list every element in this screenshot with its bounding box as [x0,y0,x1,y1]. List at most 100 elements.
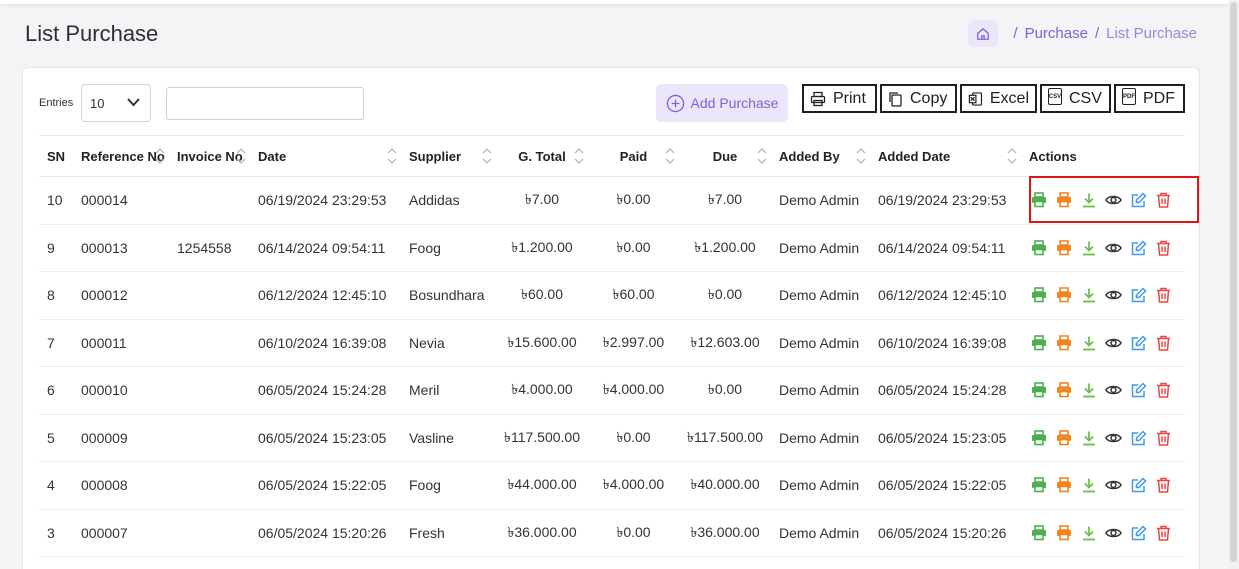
entries-select[interactable]: 10 [81,84,151,122]
col-header-label: Due [712,148,738,164]
cell-added-date: 06/05/2024 15:20:26 [870,509,1021,557]
trash-icon[interactable] [1155,239,1172,256]
eye-icon[interactable] [1105,382,1122,399]
row-actions [1029,287,1185,304]
search-input[interactable] [166,87,364,120]
print-receipt-icon[interactable] [1055,524,1072,541]
download-icon[interactable] [1080,524,1097,541]
print-receipt-icon[interactable] [1055,287,1072,304]
print-receipt-icon[interactable] [1055,239,1072,256]
cell-added-date-time: 15:23:05 [951,429,1007,446]
cell-due: ৳0.00 [679,271,771,320]
eye-icon[interactable] [1105,429,1122,446]
col-header-reference[interactable]: Reference No [73,135,169,177]
download-icon[interactable] [1080,287,1097,304]
home-button[interactable] [968,20,999,47]
eye-icon[interactable] [1105,477,1122,494]
csv-button[interactable]: CSV CSV [1040,84,1111,113]
cell-due: ৳36.000.00 [679,509,771,557]
edit-icon[interactable] [1130,429,1147,446]
print-receipt-icon[interactable] [1055,429,1072,446]
trash-icon[interactable] [1155,477,1172,494]
purchase-table: SN Reference No Invoice No Date Supplier… [39,135,1185,557]
trash-icon[interactable] [1155,429,1172,446]
download-icon[interactable] [1080,477,1097,494]
eye-icon[interactable] [1105,334,1122,351]
eye-icon[interactable] [1105,239,1122,256]
eye-icon[interactable] [1105,287,1122,304]
cell-invoice [169,176,250,225]
edit-icon[interactable] [1130,382,1147,399]
print-button[interactable]: Print [802,84,877,113]
col-header-date[interactable]: Date [250,135,401,177]
print-receipt-icon[interactable] [1055,477,1072,494]
edit-icon[interactable] [1130,287,1147,304]
trash-icon[interactable] [1155,287,1172,304]
cell-due: ৳40.000.00 [679,461,771,510]
cell-gtotal: ৳36.000.00 [496,509,588,557]
col-header-sn[interactable]: SN [39,135,73,177]
cell-added-by: Demo Admin [771,224,870,272]
print-invoice-icon[interactable] [1030,382,1047,399]
col-header-label: Added Date [878,148,951,164]
cell-paid: ৳0.00 [588,176,679,225]
page-scrollbar[interactable] [1228,0,1239,569]
col-header-label: Paid [619,148,648,164]
pdf-button[interactable]: PDF PDF [1114,84,1185,113]
cell-due: ৳117.500.00 [679,414,771,462]
cell-date: 06/05/2024 15:20:26 [250,509,401,557]
eye-icon[interactable] [1105,524,1122,541]
col-header-paid[interactable]: Paid [588,135,679,177]
trash-icon[interactable] [1155,382,1172,399]
cell-sn: 5 [39,414,73,462]
edit-icon[interactable] [1130,477,1147,494]
download-icon[interactable] [1080,239,1097,256]
cell-sn: 10 [39,176,73,225]
home-icon [977,27,990,40]
cell-added-date: 06/05/2024 15:23:05 [870,414,1021,462]
table-row: 3 000007 06/05/2024 15:20:26 Fresh ৳36.0… [39,509,1185,557]
cell-sn: 6 [39,366,73,415]
cell-paid: ৳0.00 [588,224,679,272]
print-receipt-icon[interactable] [1055,334,1072,351]
cell-supplier: Foog [401,224,496,272]
trash-icon[interactable] [1155,334,1172,351]
sort-icon [387,146,397,166]
cell-sn: 7 [39,319,73,367]
copy-button[interactable]: Copy [880,84,957,113]
cell-date-day: 06/14/2024 [258,239,329,256]
add-purchase-button[interactable]: Add Purchase [656,84,788,122]
cell-sn: 4 [39,461,73,510]
pdf-label: PDF [1143,89,1175,107]
cell-supplier: Nevia [401,319,496,367]
trash-icon[interactable] [1155,524,1172,541]
col-header-gtotal[interactable]: G. Total [496,135,588,177]
print-invoice-icon[interactable] [1030,429,1047,446]
cell-date-time: 15:22:05 [331,477,387,494]
print-invoice-icon[interactable] [1030,287,1047,304]
download-icon[interactable] [1080,382,1097,399]
cell-gtotal: ৳1.200.00 [496,224,588,272]
col-header-added-by[interactable]: Added By [771,135,870,177]
print-receipt-icon[interactable] [1055,382,1072,399]
print-invoice-icon[interactable] [1030,334,1047,351]
print-invoice-icon[interactable] [1030,239,1047,256]
col-header-invoice[interactable]: Invoice No [169,135,250,177]
edit-icon[interactable] [1130,334,1147,351]
cell-date-time: 15:20:26 [331,524,387,541]
cell-reference: 000007 [73,509,169,557]
col-header-supplier[interactable]: Supplier [401,135,496,177]
excel-button[interactable]: Excel [960,84,1037,113]
col-header-due[interactable]: Due [679,135,771,177]
cell-supplier: Fresh [401,509,496,557]
download-icon[interactable] [1080,429,1097,446]
scrollbar-thumb[interactable] [1230,2,1237,562]
download-icon[interactable] [1080,334,1097,351]
edit-icon[interactable] [1130,239,1147,256]
breadcrumb-purchase[interactable]: Purchase [1025,25,1088,42]
sort-icon [1007,146,1017,166]
print-invoice-icon[interactable] [1030,477,1047,494]
print-invoice-icon[interactable] [1030,524,1047,541]
col-header-added-date[interactable]: Added Date [870,135,1021,177]
edit-icon[interactable] [1130,524,1147,541]
